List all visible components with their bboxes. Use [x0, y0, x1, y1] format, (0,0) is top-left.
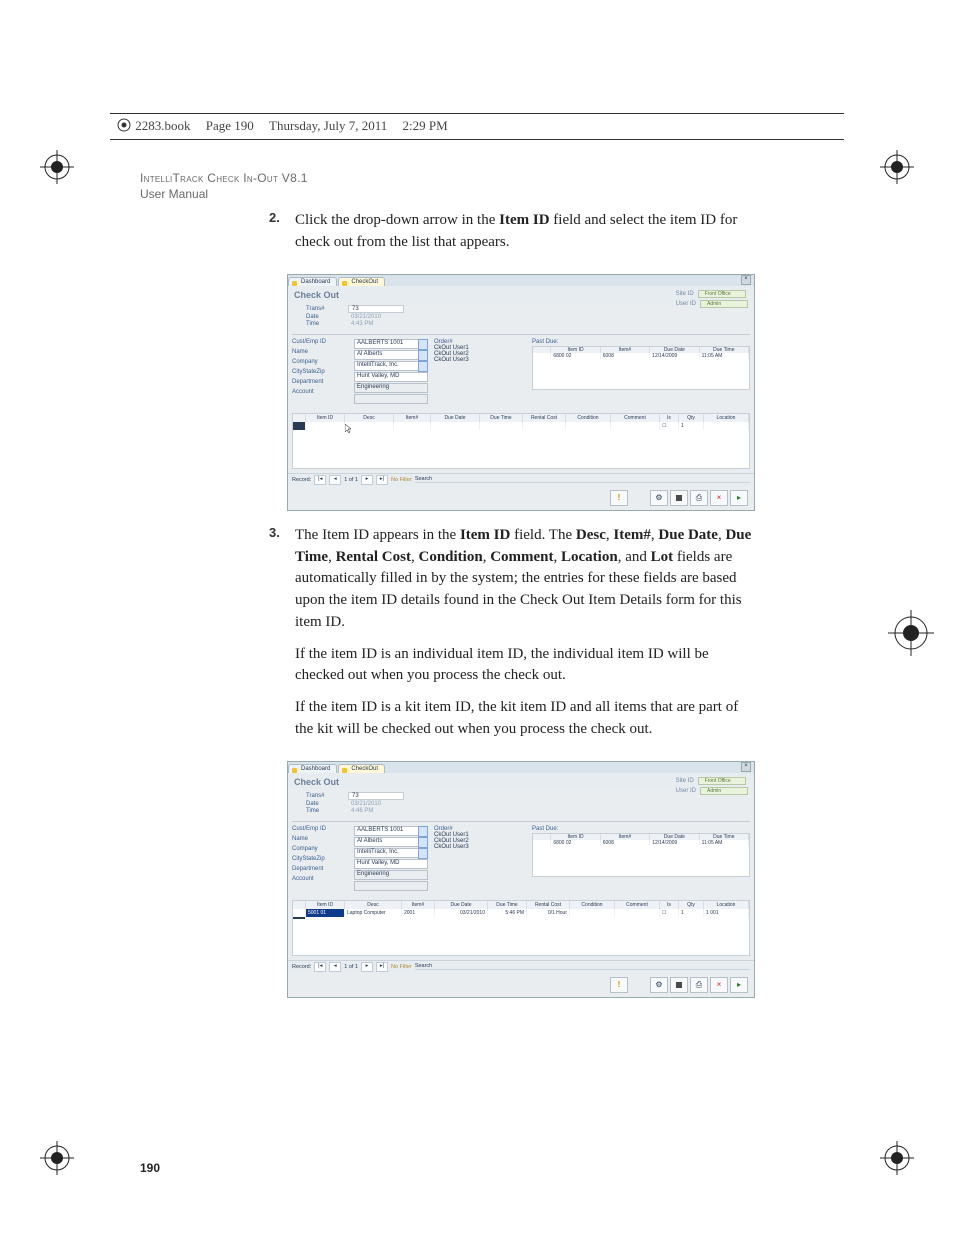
- chevron-down-icon[interactable]: [418, 837, 428, 848]
- no-filter-label: No Filter: [391, 964, 412, 970]
- pdf-time: 2:29 PM: [402, 118, 447, 133]
- body-column: 2. Click the drop-down arrow in the Item…: [295, 210, 864, 997]
- stop-button[interactable]: [670, 977, 688, 993]
- step-number: 3.: [269, 525, 291, 540]
- site-user-block: Site IDFront Office User IDAdmin: [676, 290, 748, 310]
- alert-button[interactable]: !: [610, 490, 628, 506]
- chevron-down-icon[interactable]: [418, 826, 428, 837]
- city-state-zip-field: Hunt Valley, MD: [354, 372, 428, 382]
- step-text: The Item ID appears in the Item ID field…: [295, 525, 755, 751]
- trans-field[interactable]: 73: [348, 792, 404, 800]
- print-button[interactable]: ⎙: [690, 977, 708, 993]
- tab-checkout[interactable]: CheckOut: [338, 764, 385, 773]
- nav-next-button[interactable]: ▸: [361, 962, 373, 972]
- tab-dashboard[interactable]: Dashboard: [288, 764, 337, 773]
- nav-next-button[interactable]: ▸: [361, 475, 373, 485]
- process-button[interactable]: ▸: [730, 490, 748, 506]
- delete-button[interactable]: ×: [710, 977, 728, 993]
- close-icon[interactable]: ×: [741, 275, 751, 285]
- user-id-field[interactable]: Admin: [700, 787, 748, 795]
- nav-last-button[interactable]: ▸|: [376, 962, 388, 972]
- department-field: Engineering: [354, 383, 428, 393]
- manual-page: 2283.book Page 190 Thursday, July 7, 201…: [0, 0, 954, 1235]
- step-text: Click the drop-down arrow in the Item ID…: [295, 210, 755, 264]
- alert-button[interactable]: !: [610, 977, 628, 993]
- account-field: [354, 881, 428, 891]
- user-id-field[interactable]: Admin: [700, 300, 748, 308]
- pdf-file-name: 2283.book: [135, 118, 190, 133]
- settings-button[interactable]: ⚙: [650, 977, 668, 993]
- screenshot-1: Dashboard CheckOut × Check Out Site IDFr…: [287, 274, 864, 511]
- cust-emp-id-field[interactable]: AALBERTS 1001: [354, 826, 428, 836]
- field-labels: Cust/Emp ID Name Company CityStateZip De…: [292, 826, 348, 892]
- name-field[interactable]: Al Alberts: [354, 837, 428, 847]
- tab-dashboard[interactable]: Dashboard: [288, 277, 337, 286]
- doc-subtitle: User Manual: [140, 187, 208, 201]
- name-field[interactable]: Al Alberts: [354, 350, 428, 360]
- table-row[interactable]: 5001 01 Laptop Computer 2001 03/21/2010 …: [293, 909, 749, 917]
- site-user-block: Site IDFront Office User IDAdmin: [676, 777, 748, 797]
- field-labels: Cust/Emp ID Name Company CityStateZip De…: [292, 339, 348, 405]
- past-due-grid[interactable]: Item ID Item# Due Date Due Time 6800 02 …: [532, 346, 750, 390]
- past-due-panel: Past Due: Item ID Item# Due Date Due Tim…: [532, 826, 750, 892]
- date-field: 03/21/2010: [348, 314, 402, 320]
- time-field: 4:43 PM: [348, 321, 402, 327]
- process-button[interactable]: ▸: [730, 977, 748, 993]
- record-navigator[interactable]: Record: |◂ ◂ 1 of 1 ▸ ▸| No Filter Searc…: [288, 473, 754, 486]
- cust-emp-id-field[interactable]: AALBERTS 1001: [354, 339, 428, 349]
- tab-checkout[interactable]: CheckOut: [338, 277, 385, 286]
- account-field: [354, 394, 428, 404]
- screenshot-2: Dashboard CheckOut × Check Out Site IDFr…: [287, 761, 864, 998]
- trans-field[interactable]: 73: [348, 305, 404, 313]
- record-navigator[interactable]: Record: |◂ ◂ 1 of 1 ▸ ▸| No Filter Searc…: [288, 960, 754, 973]
- nav-prev-button[interactable]: ◂: [329, 475, 341, 485]
- department-field: Engineering: [354, 870, 428, 880]
- toolbar: ! ⚙ ⎙ × ▸: [288, 486, 754, 510]
- pdf-header-bar: 2283.book Page 190 Thursday, July 7, 201…: [110, 113, 844, 140]
- product-title: IntelliTrack Check In-Out V8.1: [140, 171, 308, 185]
- pdf-date: Thursday, July 7, 2011: [269, 118, 387, 133]
- nav-first-button[interactable]: |◂: [314, 962, 326, 972]
- chevron-down-icon[interactable]: [418, 361, 428, 372]
- chevron-down-icon[interactable]: [418, 848, 428, 859]
- past-due-grid[interactable]: Item ID Item# Due Date Due Time 6800 02 …: [532, 833, 750, 877]
- past-due-panel: Past Due: Item ID Item# Due Date Due Tim…: [532, 339, 750, 405]
- nav-prev-button[interactable]: ◂: [329, 962, 341, 972]
- orders-list[interactable]: Order# CkOut User1 CkOut User2 CkOut Use…: [434, 339, 526, 405]
- time-field: 4:46 PM: [348, 808, 402, 814]
- chevron-down-icon[interactable]: [418, 339, 428, 350]
- pdf-page: Page 190: [206, 118, 254, 133]
- site-id-field[interactable]: Front Office: [698, 777, 746, 785]
- company-field[interactable]: IntelliTrack, Inc.: [354, 848, 428, 858]
- site-id-field[interactable]: Front Office: [698, 290, 746, 298]
- print-button[interactable]: ⎙: [690, 490, 708, 506]
- running-head: IntelliTrack Check In-Out V8.1 User Manu…: [140, 170, 864, 202]
- page-number: 190: [140, 1161, 160, 1175]
- date-field: 03/21/2010: [348, 801, 402, 807]
- search-field[interactable]: Search: [415, 963, 750, 970]
- stop-button[interactable]: [670, 490, 688, 506]
- delete-button[interactable]: ×: [710, 490, 728, 506]
- search-field[interactable]: Search: [415, 476, 750, 483]
- toolbar: ! ⚙ ⎙ × ▸: [288, 973, 754, 997]
- close-icon[interactable]: ×: [741, 762, 751, 772]
- checkout-grid[interactable]: Item ID Desc Item# Due Date Due Time Ren…: [292, 900, 750, 956]
- company-field[interactable]: IntelliTrack, Inc.: [354, 361, 428, 371]
- nav-first-button[interactable]: |◂: [314, 475, 326, 485]
- chevron-down-icon[interactable]: [418, 350, 428, 361]
- orders-list[interactable]: Order# CkOut User1 CkOut User2 CkOut Use…: [434, 826, 526, 892]
- city-state-zip-field: Hunt Valley, MD: [354, 859, 428, 869]
- cursor-icon: [345, 424, 353, 434]
- settings-button[interactable]: ⚙: [650, 490, 668, 506]
- checkout-grid[interactable]: Item ID Desc Item# Due Date Due Time Ren…: [292, 413, 750, 469]
- no-filter-label: No Filter: [391, 477, 412, 483]
- nav-last-button[interactable]: ▸|: [376, 475, 388, 485]
- step-number: 2.: [269, 210, 291, 225]
